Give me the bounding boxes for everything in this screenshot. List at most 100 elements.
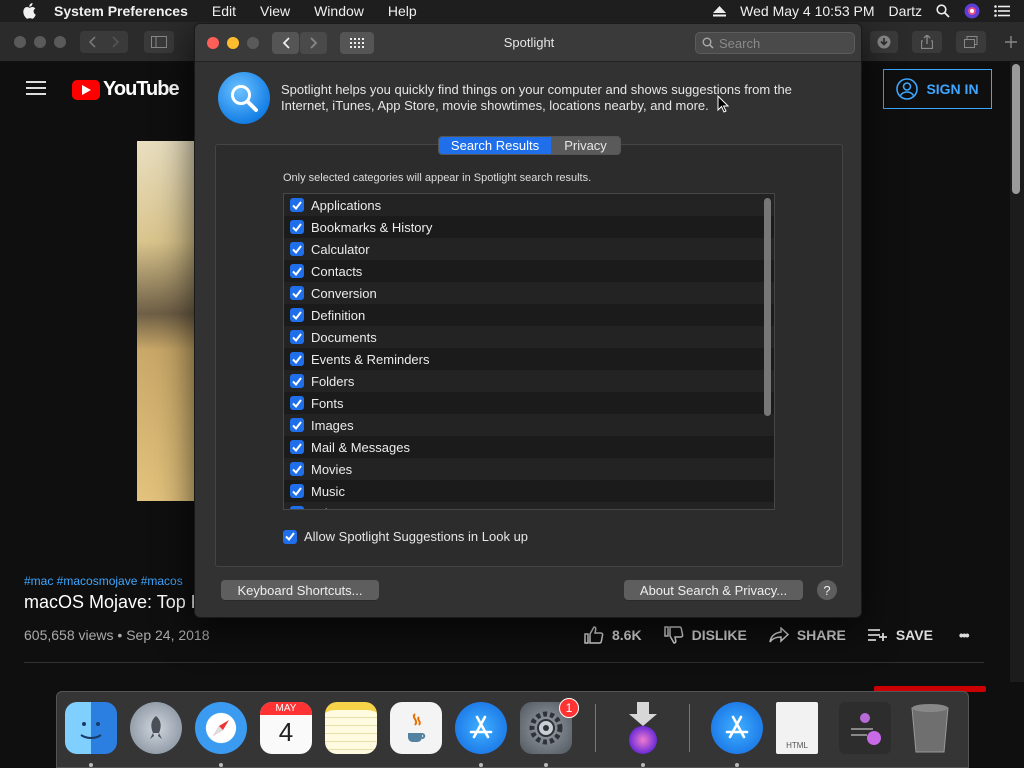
category-row[interactable]: Mail & Messages <box>284 436 774 458</box>
dislike-label: DISLIKE <box>691 627 747 643</box>
menubar-user[interactable]: Dartz <box>889 3 922 19</box>
java-icon[interactable] <box>390 702 442 754</box>
trash-icon[interactable] <box>904 702 956 754</box>
menu-app-name[interactable]: System Preferences <box>54 3 188 19</box>
html-file-icon[interactable]: HTML <box>776 702 818 754</box>
category-row[interactable]: Other <box>284 502 774 509</box>
category-row[interactable]: Definition <box>284 304 774 326</box>
category-label: Calculator <box>311 241 370 257</box>
category-row[interactable]: Calculator <box>284 238 774 260</box>
browser-zoom-button[interactable] <box>54 36 66 48</box>
siri-icon[interactable] <box>964 3 980 19</box>
category-checkbox[interactable] <box>290 506 304 509</box>
category-checkbox[interactable] <box>290 484 304 498</box>
browser-back-forward[interactable] <box>80 31 128 53</box>
video-hashtags[interactable]: #mac #macosmojave #macos <box>24 574 183 588</box>
checkmark-icon <box>285 532 295 541</box>
preferences-search-field[interactable] <box>695 32 855 54</box>
category-checkbox[interactable] <box>290 440 304 454</box>
keyboard-shortcuts-button[interactable]: Keyboard Shortcuts... <box>221 580 379 600</box>
notification-center-icon[interactable] <box>994 5 1010 17</box>
sidebar-toggle-icon[interactable] <box>144 31 174 53</box>
category-checkbox[interactable] <box>290 264 304 278</box>
category-checkbox[interactable] <box>290 330 304 344</box>
tabs-overview-icon[interactable] <box>956 31 986 53</box>
category-row[interactable]: Fonts <box>284 392 774 414</box>
downloads-stack-icon[interactable] <box>617 702 669 754</box>
category-row[interactable]: Images <box>284 414 774 436</box>
upload-date: Sep 24, 2018 <box>126 627 210 643</box>
tab-privacy[interactable]: Privacy <box>551 137 620 154</box>
browser-close-button[interactable] <box>14 36 26 48</box>
category-checkbox[interactable] <box>290 374 304 388</box>
category-row[interactable]: Folders <box>284 370 774 392</box>
category-checkbox[interactable] <box>290 286 304 300</box>
category-label: Conversion <box>311 285 377 301</box>
category-row[interactable]: Music <box>284 480 774 502</box>
category-row[interactable]: Documents <box>284 326 774 348</box>
checkmark-icon <box>292 200 302 210</box>
video-actions: 8.6K DISLIKE SHARE SAVE ••• <box>584 626 990 644</box>
category-checkbox[interactable] <box>290 418 304 432</box>
dock-separator <box>595 704 596 752</box>
tab-search-results[interactable]: Search Results <box>439 137 551 154</box>
save-label: SAVE <box>895 627 933 643</box>
app-store-icon[interactable] <box>711 702 763 754</box>
allow-suggestions-label: Allow Spotlight Suggestions in Look up <box>304 529 529 544</box>
downloads-icon[interactable] <box>870 31 898 53</box>
video-title: macOS Mojave: Top Features <box>24 592 196 612</box>
spotlight-search-icon[interactable] <box>936 4 950 18</box>
like-button[interactable]: 8.6K <box>584 626 642 644</box>
menu-view[interactable]: View <box>260 3 290 19</box>
hamburger-menu-icon[interactable] <box>26 81 46 99</box>
category-row[interactable]: Conversion <box>284 282 774 304</box>
app-store-icon[interactable] <box>455 702 507 754</box>
menu-edit[interactable]: Edit <box>212 3 236 19</box>
new-tab-icon[interactable] <box>998 31 1024 53</box>
help-button[interactable]: ? <box>817 580 837 600</box>
finder-icon[interactable] <box>65 702 117 754</box>
category-checkbox[interactable] <box>290 352 304 366</box>
browser-minimize-button[interactable] <box>34 36 46 48</box>
category-row[interactable]: Events & Reminders <box>284 348 774 370</box>
like-count: 8.6K <box>612 627 642 643</box>
launchpad-icon[interactable] <box>130 702 182 754</box>
youtube-logo[interactable]: YouTube <box>72 78 180 101</box>
category-row[interactable]: Bookmarks & History <box>284 216 774 238</box>
about-search-privacy-button[interactable]: About Search & Privacy... <box>624 580 803 600</box>
share-icon[interactable] <box>912 31 942 53</box>
menu-help[interactable]: Help <box>388 3 417 19</box>
category-checkbox[interactable] <box>290 396 304 410</box>
category-checkbox[interactable] <box>290 242 304 256</box>
video-player[interactable] <box>137 141 195 501</box>
sign-in-button[interactable]: SIGN IN <box>883 69 992 109</box>
search-input[interactable] <box>719 35 849 51</box>
category-row[interactable]: Movies <box>284 458 774 480</box>
category-label: Movies <box>311 461 353 477</box>
eject-icon[interactable] <box>713 5 727 17</box>
category-checkbox[interactable] <box>290 220 304 234</box>
allow-suggestions-row[interactable]: Allow Spotlight Suggestions in Look up <box>283 529 528 544</box>
category-row[interactable]: Applications <box>284 194 774 216</box>
more-actions-button[interactable]: ••• <box>959 627 970 643</box>
checkmark-icon <box>292 310 302 320</box>
save-button[interactable]: SAVE <box>867 627 933 643</box>
list-scrollbar-thumb[interactable] <box>764 198 771 416</box>
category-checkbox[interactable] <box>290 308 304 322</box>
utility-app-icon[interactable] <box>839 702 891 754</box>
youtube-play-icon <box>72 79 100 100</box>
menu-window[interactable]: Window <box>314 3 364 19</box>
thumbs-down-icon <box>663 626 683 644</box>
allow-suggestions-checkbox[interactable] <box>283 529 297 544</box>
dislike-button[interactable]: DISLIKE <box>663 626 747 644</box>
apple-menu-icon[interactable] <box>18 3 40 19</box>
menubar-clock[interactable]: Wed May 4 10:53 PM <box>740 3 874 19</box>
calendar-icon[interactable]: MAY 4 <box>260 702 312 754</box>
page-scrollbar-thumb[interactable] <box>1012 64 1020 194</box>
category-checkbox[interactable] <box>290 462 304 476</box>
category-row[interactable]: Contacts <box>284 260 774 282</box>
share-button[interactable]: SHARE <box>769 627 846 643</box>
safari-icon[interactable] <box>195 702 247 754</box>
notes-icon[interactable] <box>325 702 377 754</box>
category-checkbox[interactable] <box>290 198 304 212</box>
